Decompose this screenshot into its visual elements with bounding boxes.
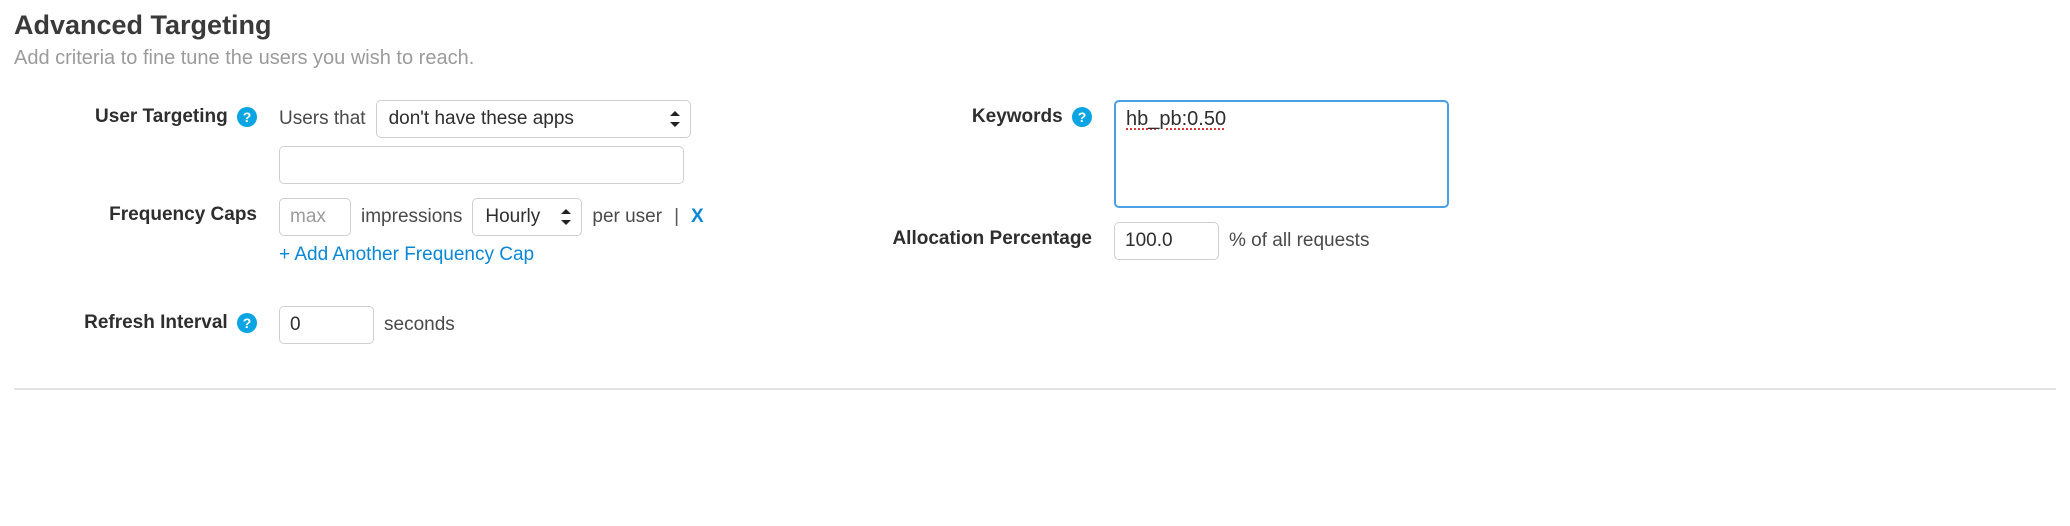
frequency-cap-interval-value: Hourly xyxy=(485,206,540,228)
user-targeting-select[interactable]: don't have these apps xyxy=(376,100,691,138)
keywords-label-text: Keywords xyxy=(972,106,1063,127)
left-column: User Targeting ? Users that don't have t… xyxy=(14,100,744,358)
section-title: Advanced Targeting xyxy=(14,10,2056,41)
row-allocation-percentage: Allocation Percentage % of all requests xyxy=(854,222,1664,260)
user-targeting-apps-input[interactable] xyxy=(279,146,684,184)
row-user-targeting-apps xyxy=(14,146,744,184)
allocation-suffix: % of all requests xyxy=(1229,230,1369,252)
frequency-cap-max-input[interactable] xyxy=(279,198,351,236)
refresh-interval-input[interactable] xyxy=(279,306,374,344)
divider xyxy=(14,388,2056,390)
section-subtitle: Add criteria to fine tune the users you … xyxy=(14,47,2056,70)
allocation-percentage-input[interactable] xyxy=(1114,222,1219,260)
frequency-cap-interval-select[interactable]: Hourly xyxy=(472,198,582,236)
sort-icon xyxy=(670,111,680,127)
keywords-textarea[interactable]: hb_pb:0.50 xyxy=(1114,100,1449,208)
allocation-label: Allocation Percentage xyxy=(854,222,1114,250)
row-refresh-interval: Refresh Interval ? seconds xyxy=(14,306,744,344)
refresh-interval-label: Refresh Interval ? xyxy=(14,306,279,334)
frequency-caps-label-text: Frequency Caps xyxy=(109,204,257,225)
refresh-interval-unit: seconds xyxy=(384,314,455,336)
keywords-label: Keywords ? xyxy=(854,100,1114,128)
spacer xyxy=(14,244,279,250)
row-add-frequency-cap: + Add Another Frequency Cap xyxy=(14,244,744,266)
remove-frequency-cap-button[interactable]: X xyxy=(691,206,704,228)
spacer xyxy=(14,146,279,152)
per-user-text: per user xyxy=(592,206,662,228)
refresh-interval-label-text: Refresh Interval xyxy=(84,312,228,333)
keywords-value: hb_pb:0.50 xyxy=(1126,108,1226,130)
user-targeting-label-text: User Targeting xyxy=(95,106,228,127)
row-keywords: Keywords ? hb_pb:0.50 xyxy=(854,100,1664,208)
user-targeting-select-value: don't have these apps xyxy=(389,108,574,130)
help-icon[interactable]: ? xyxy=(237,107,257,127)
pipe-separator: | xyxy=(674,206,679,228)
user-targeting-label: User Targeting ? xyxy=(14,100,279,128)
row-user-targeting: User Targeting ? Users that don't have t… xyxy=(14,100,744,138)
users-that-text: Users that xyxy=(279,108,366,130)
help-icon[interactable]: ? xyxy=(1072,107,1092,127)
help-icon[interactable]: ? xyxy=(237,313,257,333)
frequency-caps-label: Frequency Caps xyxy=(14,198,279,226)
right-column: Keywords ? hb_pb:0.50 Allocation Percent… xyxy=(854,100,1664,358)
impressions-text: impressions xyxy=(361,206,462,228)
allocation-label-text: Allocation Percentage xyxy=(892,228,1092,249)
sort-icon xyxy=(561,209,571,225)
row-frequency-caps: Frequency Caps impressions Hourly per us… xyxy=(14,198,744,236)
add-frequency-cap-link[interactable]: + Add Another Frequency Cap xyxy=(279,244,534,266)
